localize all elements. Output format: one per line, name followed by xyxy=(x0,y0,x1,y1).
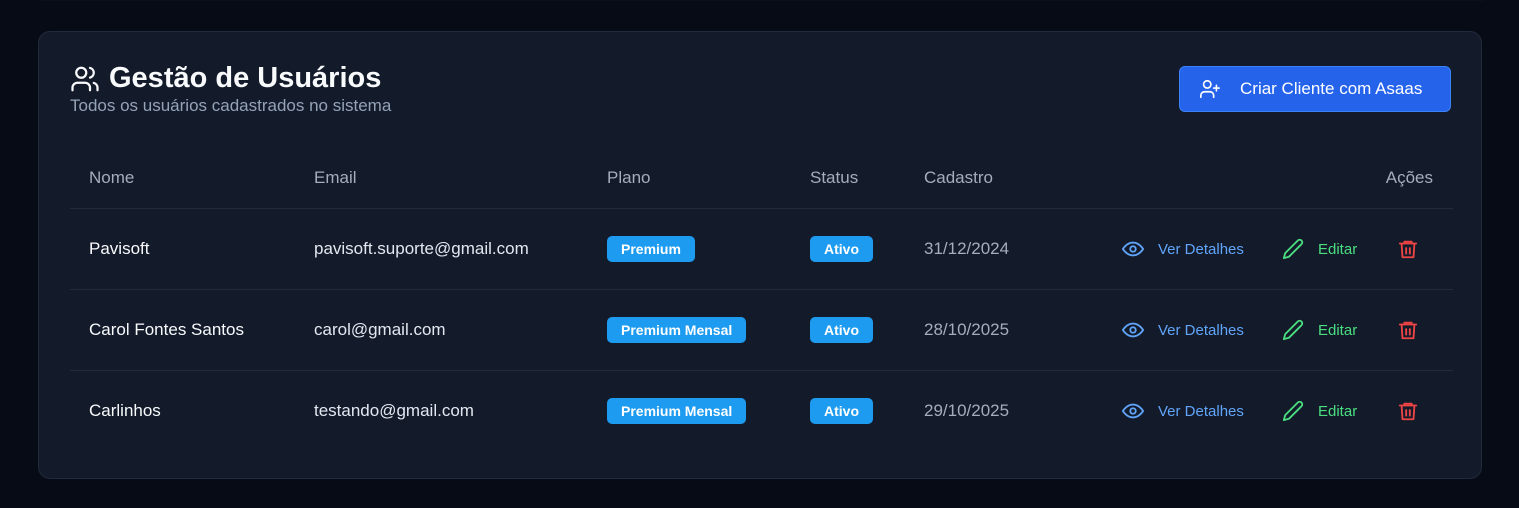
status-badge: Ativo xyxy=(810,236,873,262)
edit-label: Editar xyxy=(1318,321,1358,339)
users-table: Nome Email Plano Status Cadastro Ações P… xyxy=(70,151,1453,451)
page-title: Gestão de Usuários xyxy=(109,62,382,94)
create-asaas-client-button[interactable]: Criar Cliente com Asaas xyxy=(1179,66,1451,112)
table-header: Nome Email Plano Status Cadastro Ações xyxy=(70,151,1453,209)
status-badge: Ativo xyxy=(810,317,873,343)
card-header: Gestão de Usuários Todos os usuários cad… xyxy=(70,62,1451,122)
user-email: pavisoft.suporte@gmail.com xyxy=(314,239,529,258)
table-row: Carol Fontes Santos carol@gmail.com Prem… xyxy=(70,290,1453,371)
delete-button[interactable] xyxy=(1397,238,1419,260)
delete-button[interactable] xyxy=(1397,400,1419,422)
edit-label: Editar xyxy=(1318,240,1358,258)
trash-icon xyxy=(1397,400,1419,422)
edit-label: Editar xyxy=(1318,402,1358,420)
eye-icon xyxy=(1122,319,1144,341)
edit-button[interactable]: Editar xyxy=(1282,238,1357,260)
edit-button[interactable]: Editar xyxy=(1282,319,1357,341)
column-header-status: Status xyxy=(810,168,859,187)
column-header-created: Cadastro xyxy=(924,168,993,187)
view-details-button[interactable]: Ver Detalhes xyxy=(1122,400,1244,422)
trash-icon xyxy=(1397,319,1419,341)
view-details-button[interactable]: Ver Detalhes xyxy=(1122,319,1244,341)
delete-button[interactable] xyxy=(1397,319,1419,341)
view-details-label: Ver Detalhes xyxy=(1158,402,1244,420)
trash-icon xyxy=(1397,238,1419,260)
create-button-label: Criar Cliente com Asaas xyxy=(1240,79,1423,98)
plan-badge: Premium xyxy=(607,236,695,262)
page-subtitle: Todos os usuários cadastrados no sistema xyxy=(70,96,392,115)
column-header-plan: Plano xyxy=(607,168,651,187)
table-row: Pavisoft pavisoft.suporte@gmail.com Prem… xyxy=(70,209,1453,290)
pencil-icon xyxy=(1282,238,1304,260)
title-row: Gestão de Usuários xyxy=(70,62,381,94)
pencil-icon xyxy=(1282,400,1304,422)
table-row: Carlinhos testando@gmail.com Premium Men… xyxy=(70,371,1453,451)
created-date: 28/10/2025 xyxy=(924,320,1010,339)
plan-badge: Premium Mensal xyxy=(607,398,747,424)
plan-badge: Premium Mensal xyxy=(607,317,747,343)
edit-button[interactable]: Editar xyxy=(1282,400,1357,422)
view-details-label: Ver Detalhes xyxy=(1158,321,1244,339)
user-email: carol@gmail.com xyxy=(314,320,446,339)
column-header-email: Email xyxy=(314,168,357,187)
user-email: testando@gmail.com xyxy=(314,401,474,420)
view-details-label: Ver Detalhes xyxy=(1158,240,1244,258)
user-name: Carol Fontes Santos xyxy=(89,320,244,339)
view-details-button[interactable]: Ver Detalhes xyxy=(1122,238,1244,260)
eye-icon xyxy=(1122,238,1144,260)
user-plus-icon xyxy=(1199,78,1221,100)
users-icon xyxy=(70,64,100,94)
column-header-name: Nome xyxy=(89,168,135,187)
user-name: Pavisoft xyxy=(89,239,150,258)
pencil-icon xyxy=(1282,319,1304,341)
previous-panel-edge xyxy=(38,0,1484,1)
created-date: 29/10/2025 xyxy=(924,401,1010,420)
user-name: Carlinhos xyxy=(89,401,161,420)
created-date: 31/12/2024 xyxy=(924,239,1010,258)
eye-icon xyxy=(1122,400,1144,422)
column-header-actions: Ações xyxy=(1385,168,1433,187)
users-management-card: Gestão de Usuários Todos os usuários cad… xyxy=(38,31,1482,479)
status-badge: Ativo xyxy=(810,398,873,424)
